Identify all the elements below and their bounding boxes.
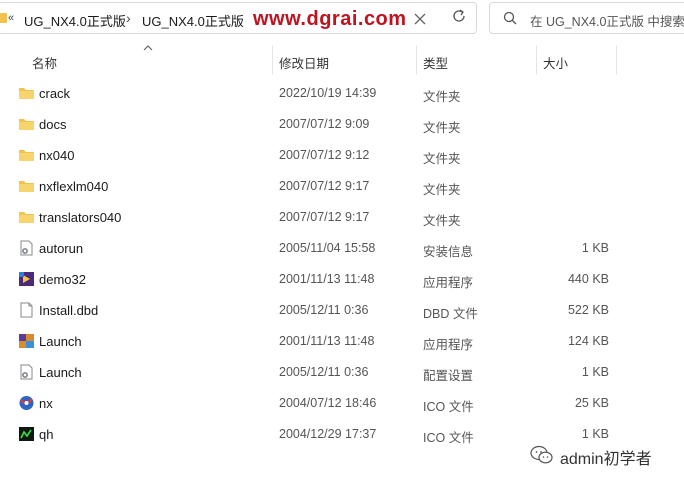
- file-type: 配置设置: [423, 369, 474, 383]
- folder-icon: [19, 119, 34, 130]
- app-icon: [19, 334, 34, 348]
- column-header-type[interactable]: 类型: [423, 53, 448, 72]
- file-name: autorun: [39, 241, 84, 256]
- file-size: 440 KB: [567, 272, 609, 286]
- file-date: 2022/10/19 14:39: [279, 86, 377, 100]
- file-name: nxflexlm040: [39, 179, 109, 194]
- file-row[interactable]: translators040 2007/07/12 9:17 文件夹: [0, 202, 620, 233]
- file-date: 2007/07/12 9:12: [279, 148, 370, 162]
- search-icon: [503, 11, 517, 25]
- nx-ico-icon: [19, 396, 34, 410]
- file-row[interactable]: docs 2007/07/12 9:09 文件夹: [0, 109, 620, 140]
- file-size: 1 KB: [581, 427, 609, 441]
- refresh-icon[interactable]: [451, 8, 467, 24]
- file-type: 文件夹: [423, 183, 461, 197]
- file-type: 应用程序: [423, 276, 474, 290]
- breadcrumb-current[interactable]: UG_NX4.0正式版: [142, 11, 244, 30]
- folder-icon: [19, 150, 34, 161]
- file-type: ICO 文件: [423, 400, 474, 414]
- breadcrumb-separator-icon[interactable]: ›: [126, 10, 131, 26]
- file-type: 应用程序: [423, 338, 474, 352]
- file-date: 2004/07/12 18:46: [279, 396, 377, 410]
- file-date: 2007/07/12 9:09: [279, 117, 370, 131]
- file-name: demo32: [39, 272, 86, 287]
- address-bar[interactable]: « UG_NX4.0正式版 › UG_NX4.0正式版 www.dgrai.co…: [0, 2, 477, 34]
- overflow-chevron-icon[interactable]: «: [8, 12, 14, 24]
- file-size: 124 KB: [567, 334, 609, 348]
- file-name: Launch: [39, 334, 82, 349]
- address-toolbar: « UG_NX4.0正式版 › UG_NX4.0正式版 www.dgrai.co…: [0, 0, 684, 40]
- file-date: 2005/12/11 0:36: [279, 303, 369, 317]
- qh-ico-icon: [19, 427, 34, 441]
- file-type: ICO 文件: [423, 431, 474, 445]
- app-icon: [19, 272, 34, 286]
- column-header-date[interactable]: 修改日期: [279, 53, 329, 72]
- column-header-name[interactable]: 名称: [32, 53, 57, 72]
- file-name: crack: [39, 86, 71, 101]
- address-dropdown-icon[interactable]: [413, 10, 427, 26]
- file-name: translators040: [39, 210, 122, 225]
- file-size: 25 KB: [574, 396, 609, 410]
- file-row[interactable]: nx040 2007/07/12 9:12 文件夹: [0, 140, 620, 171]
- file-icon: [20, 302, 33, 318]
- file-type: 文件夹: [423, 121, 461, 135]
- file-name: docs: [39, 117, 67, 132]
- file-date: 2004/12/29 17:37: [279, 427, 377, 441]
- wechat-account-name: admin初学者: [560, 451, 652, 468]
- file-row[interactable]: crack 2022/10/19 14:39 文件夹: [0, 78, 620, 109]
- search-box[interactable]: 在 UG_NX4.0正式版 中搜索: [489, 2, 684, 34]
- file-row[interactable]: qh 2004/12/29 17:37 ICO 文件 1 KB: [0, 419, 620, 450]
- site-watermark: www.dgrai.com: [253, 8, 407, 30]
- file-name: Launch: [39, 365, 82, 380]
- file-date: 2007/07/12 9:17: [279, 179, 370, 193]
- file-name: nx: [39, 396, 53, 411]
- folder-icon: [19, 181, 34, 192]
- file-date: 2005/12/11 0:36: [279, 365, 369, 379]
- column-divider[interactable]: [416, 46, 417, 74]
- file-date: 2001/11/13 11:48: [279, 334, 375, 348]
- file-row[interactable]: nxflexlm040 2007/07/12 9:17 文件夹: [0, 171, 620, 202]
- file-name: nx040: [39, 148, 75, 163]
- file-type: 安装信息: [423, 245, 474, 259]
- file-row[interactable]: Launch 2005/12/11 0:36 配置设置 1 KB: [0, 357, 620, 388]
- folder-icon: [19, 212, 34, 223]
- column-divider[interactable]: [536, 46, 537, 74]
- file-size: 1 KB: [581, 365, 609, 379]
- file-row[interactable]: Install.dbd 2005/12/11 0:36 DBD 文件 522 K…: [0, 295, 620, 326]
- file-date: 2007/07/12 9:17: [279, 210, 370, 224]
- settings-file-icon: [20, 240, 33, 256]
- file-row[interactable]: demo32 2001/11/13 11:48 应用程序 440 KB: [0, 264, 620, 295]
- file-type: 文件夹: [423, 90, 461, 104]
- column-header-row: 名称 修改日期 类型 大小: [0, 44, 684, 74]
- file-row[interactable]: nx 2004/07/12 18:46 ICO 文件 25 KB: [0, 388, 620, 419]
- file-name: Install.dbd: [39, 303, 99, 318]
- column-header-size[interactable]: 大小: [543, 53, 568, 72]
- file-type: 文件夹: [423, 152, 461, 166]
- breadcrumb-parent[interactable]: UG_NX4.0正式版: [24, 11, 126, 30]
- file-row[interactable]: autorun 2005/11/04 15:58 安装信息 1 KB: [0, 233, 620, 264]
- column-divider[interactable]: [272, 46, 273, 74]
- file-type: 文件夹: [423, 214, 461, 228]
- file-size: 522 KB: [567, 303, 609, 317]
- folder-icon: [0, 13, 7, 23]
- file-row[interactable]: Launch 2001/11/13 11:48 应用程序 124 KB: [0, 326, 620, 357]
- wechat-icon: [530, 445, 553, 464]
- file-size: 1 KB: [581, 241, 609, 255]
- file-date: 2001/11/13 11:48: [279, 272, 375, 286]
- file-date: 2005/11/04 15:58: [279, 241, 376, 255]
- folder-icon: [19, 88, 34, 99]
- file-name: qh: [39, 427, 54, 442]
- file-type: DBD 文件: [423, 307, 478, 321]
- search-input[interactable]: 在 UG_NX4.0正式版 中搜索: [530, 11, 684, 30]
- column-divider[interactable]: [616, 46, 617, 74]
- settings-file-icon: [20, 364, 33, 380]
- wechat-watermark: admin初学者: [530, 442, 680, 468]
- sort-ascending-icon: [143, 45, 153, 51]
